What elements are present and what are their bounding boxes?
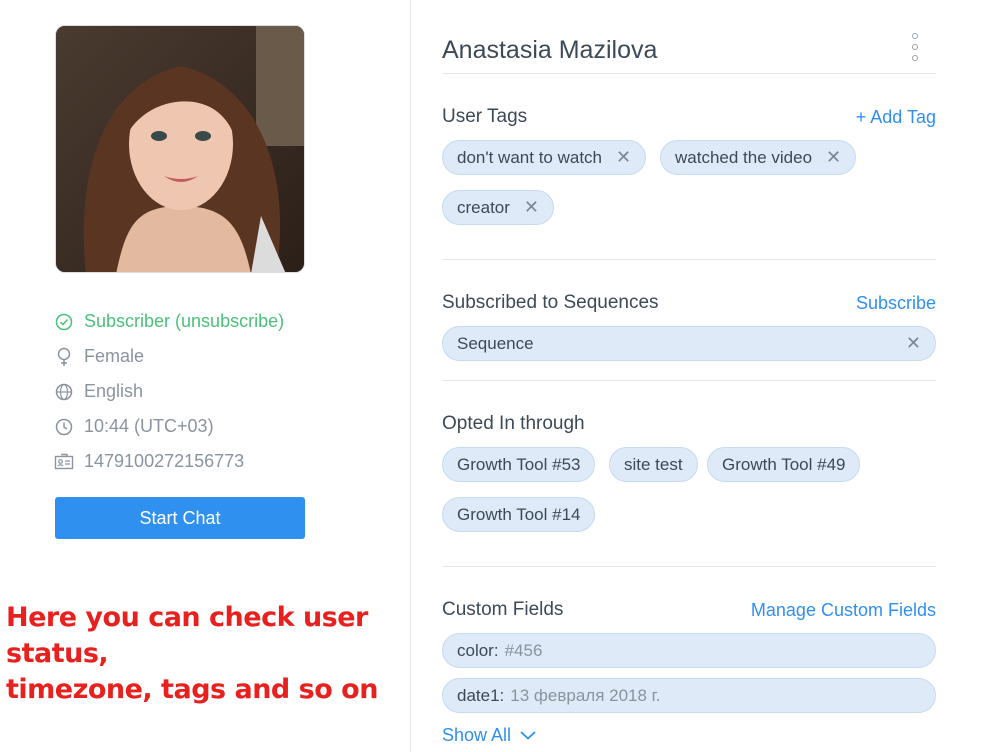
custom-field[interactable]: date1: 13 февраля 2018 г. bbox=[442, 678, 936, 713]
field-value: #456 bbox=[504, 640, 543, 660]
profile-info: Subscriber (unsubscribe) Female English … bbox=[54, 304, 284, 479]
custom-fields-title: Custom Fields bbox=[442, 599, 564, 620]
manage-custom-fields-link[interactable]: Manage Custom Fields bbox=[751, 600, 936, 621]
user-tag[interactable]: don't want to watch ✕ bbox=[442, 140, 647, 175]
close-icon[interactable]: ✕ bbox=[616, 147, 631, 168]
language-text: English bbox=[84, 381, 144, 401]
tag-label: creator bbox=[457, 197, 510, 217]
check-circle-icon bbox=[54, 312, 74, 332]
sequence-item[interactable]: Sequence ✕ bbox=[442, 326, 936, 361]
opt-in-label: Growth Tool #14 bbox=[457, 504, 581, 524]
custom-field[interactable]: color: #456 bbox=[442, 633, 936, 668]
close-icon[interactable]: ✕ bbox=[906, 333, 921, 354]
opted-in-title: Opted In through bbox=[442, 413, 585, 434]
language-row: English bbox=[54, 374, 284, 409]
avatar-photo bbox=[56, 26, 304, 272]
panel-divider bbox=[410, 0, 411, 752]
id-row: 1479100272156773 bbox=[54, 444, 284, 479]
id-card-icon bbox=[54, 452, 74, 472]
opt-in-tag[interactable]: Growth Tool #53 bbox=[442, 447, 596, 482]
show-all-label: Show All bbox=[442, 725, 512, 745]
subscribe-link[interactable]: Subscribe bbox=[856, 293, 936, 314]
opt-in-tag[interactable]: Growth Tool #49 bbox=[707, 447, 861, 482]
divider bbox=[442, 73, 936, 74]
opt-in-label: Growth Tool #49 bbox=[722, 454, 846, 474]
opt-in-tag[interactable]: site test bbox=[609, 447, 698, 482]
time-row: 10:44 (UTC+03) bbox=[54, 409, 284, 444]
chevron-down-icon bbox=[519, 725, 537, 746]
sequences-title: Subscribed to Sequences bbox=[442, 292, 659, 313]
divider bbox=[442, 566, 936, 567]
gender-row: Female bbox=[54, 339, 284, 374]
user-name: Anastasia Mazilova bbox=[442, 36, 658, 64]
female-icon bbox=[54, 347, 74, 367]
user-tag[interactable]: watched the video ✕ bbox=[660, 140, 857, 175]
opt-in-label: Growth Tool #53 bbox=[457, 454, 581, 474]
show-all-link[interactable]: Show All bbox=[442, 725, 537, 746]
status-text[interactable]: Subscriber (unsubscribe) bbox=[84, 311, 284, 332]
field-key: color: bbox=[457, 640, 499, 660]
annotation-overlay: Here you can check user status, timezone… bbox=[6, 600, 410, 708]
tag-label: watched the video bbox=[675, 147, 813, 167]
profile-panel: Subscriber (unsubscribe) Female English … bbox=[0, 0, 410, 752]
globe-icon bbox=[54, 382, 74, 402]
annotation-line-1: Here you can check user status, bbox=[6, 602, 368, 669]
sequence-label: Sequence bbox=[457, 333, 534, 353]
user-tag[interactable]: creator ✕ bbox=[442, 190, 555, 225]
avatar bbox=[55, 25, 305, 273]
divider bbox=[442, 259, 936, 260]
subscription-status[interactable]: Subscriber (unsubscribe) bbox=[54, 304, 284, 339]
user-id-text: 1479100272156773 bbox=[84, 451, 245, 471]
field-value: 13 февраля 2018 г. bbox=[510, 685, 661, 705]
field-key: date1: bbox=[457, 685, 505, 705]
close-icon[interactable]: ✕ bbox=[524, 197, 539, 218]
time-text: 10:44 (UTC+03) bbox=[84, 416, 214, 436]
gender-text: Female bbox=[84, 346, 145, 366]
tag-label: don't want to watch bbox=[457, 147, 602, 167]
annotation-line-2: timezone, tags and so on bbox=[6, 674, 378, 705]
add-tag-link[interactable]: + Add Tag bbox=[856, 107, 936, 128]
close-icon[interactable]: ✕ bbox=[826, 147, 841, 168]
start-chat-button[interactable]: Start Chat bbox=[55, 497, 305, 539]
user-tags-title: User Tags bbox=[442, 106, 528, 127]
kebab-menu-icon[interactable] bbox=[910, 33, 920, 61]
opt-in-tag[interactable]: Growth Tool #14 bbox=[442, 497, 596, 532]
clock-icon bbox=[54, 417, 74, 437]
opt-in-label: site test bbox=[624, 454, 683, 474]
divider bbox=[442, 380, 936, 381]
